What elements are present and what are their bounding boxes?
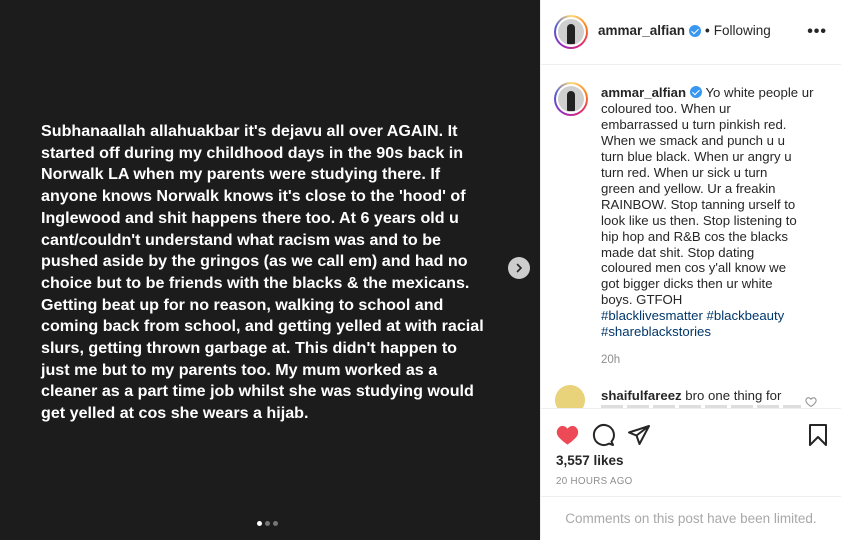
verified-badge-icon	[690, 86, 703, 98]
author-username[interactable]: ammar_alfian	[598, 23, 685, 38]
comment-like-icon[interactable]	[805, 396, 817, 408]
comments-limited-notice: Comments on this post have been limited.	[541, 496, 841, 540]
carousel-dot	[273, 521, 278, 526]
comment-icon[interactable]	[591, 423, 615, 447]
more-options-icon[interactable]: •••	[807, 23, 827, 41]
likes-count[interactable]: 3,557 likes	[556, 453, 624, 468]
chevron-right-icon	[516, 263, 523, 273]
caption-body: Yo white people ur coloured too. When ur…	[601, 85, 814, 308]
caption-username[interactable]: ammar_alfian	[601, 85, 686, 100]
carousel-indicator	[257, 521, 278, 526]
carousel-dot	[265, 521, 270, 526]
verified-badge-icon	[689, 24, 702, 37]
author-avatar[interactable]	[554, 15, 588, 49]
comments-section[interactable]: ammar_alfian Yo white people ur coloured…	[541, 66, 841, 408]
separator-dot: •	[705, 23, 710, 38]
commenter-username[interactable]: shaifulfareez	[601, 388, 682, 403]
post-actions: 3,557 likes 20 HOURS AGO	[541, 408, 841, 496]
post-media[interactable]: Subhanaallah allahuakbar it's dejavu all…	[0, 0, 540, 540]
post-timestamp[interactable]: 20 HOURS AGO	[556, 476, 633, 487]
post-image-text: Subhanaallah allahuakbar it's dejavu all…	[41, 122, 484, 423]
share-icon[interactable]	[627, 423, 651, 447]
next-slide-button[interactable]	[508, 257, 530, 279]
heart-icon[interactable]	[555, 423, 580, 447]
following-status[interactable]: Following	[714, 23, 771, 38]
comment-body: bro one thing for	[685, 388, 782, 403]
post-side-panel: ammar_alfian • Following ••• ammar_alfia…	[540, 0, 841, 540]
bookmark-icon[interactable]	[807, 423, 829, 447]
caption-time: 20h	[601, 354, 621, 366]
caption-hashtags[interactable]: #blacklivesmatter #blackbeauty #sharebla…	[601, 308, 826, 340]
caption-author-avatar[interactable]	[554, 82, 588, 116]
commenter-avatar[interactable]	[555, 385, 585, 408]
post-header: ammar_alfian • Following •••	[541, 0, 841, 65]
carousel-dot-active	[257, 521, 262, 526]
